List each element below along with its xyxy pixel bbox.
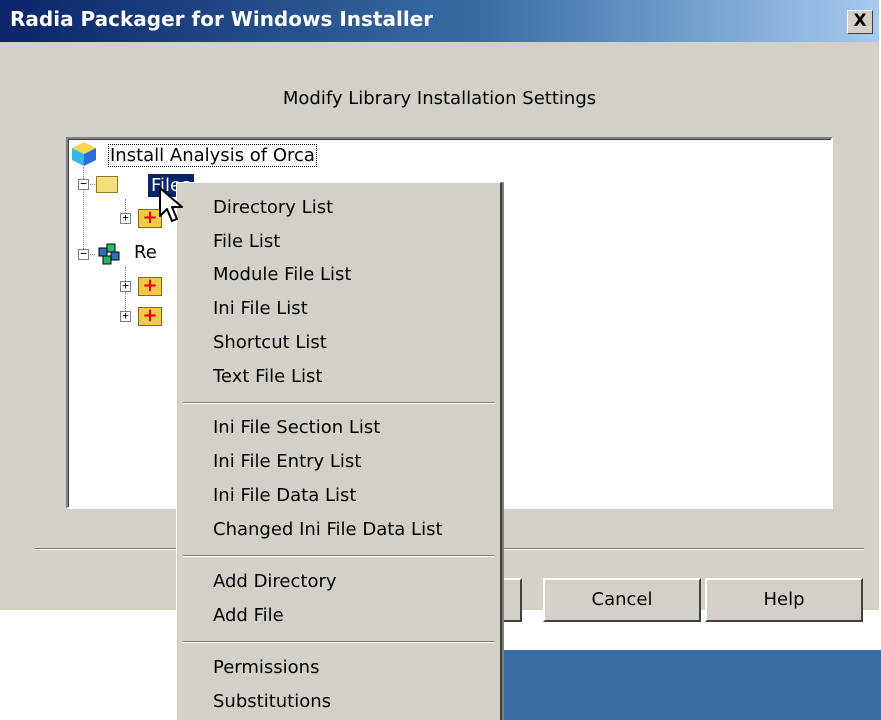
- root-cube-icon: [72, 142, 96, 166]
- tree-node-registry[interactable]: Re: [134, 242, 157, 263]
- tree-expander[interactable]: +: [120, 280, 131, 292]
- menu-item-text-file-list[interactable]: Text File List: [213, 366, 322, 387]
- menu-separator: [183, 641, 495, 643]
- dialog-heading: Modify Library Installation Settings: [282, 88, 597, 109]
- help-button[interactable]: Help: [705, 578, 863, 622]
- folder-icon: [96, 176, 118, 193]
- menu-separator: [183, 555, 495, 557]
- menu-separator: [183, 402, 495, 404]
- menu-item-ini-file-data-list[interactable]: Ini File Data List: [213, 485, 356, 506]
- menu-item-shortcut-list[interactable]: Shortcut List: [213, 332, 327, 353]
- tree-expander[interactable]: −: [78, 178, 89, 190]
- menu-item-add-file[interactable]: Add File: [213, 605, 284, 626]
- menu-item-module-file-list[interactable]: Module File List: [213, 264, 351, 285]
- menu-item-ini-file-section-list[interactable]: Ini File Section List: [213, 417, 380, 438]
- menu-item-permissions[interactable]: Permissions: [213, 657, 319, 678]
- tree-root-label[interactable]: Install Analysis of Orca: [108, 144, 317, 167]
- context-menu: Directory List File List Module File Lis…: [176, 182, 502, 720]
- registry-icon: [98, 243, 120, 265]
- title-bar[interactable]: Radia Packager for Windows Installer X: [0, 0, 879, 42]
- tree-expander[interactable]: +: [120, 310, 131, 322]
- tree-expander[interactable]: +: [120, 212, 131, 224]
- menu-item-add-directory[interactable]: Add Directory: [213, 571, 337, 592]
- cancel-button[interactable]: Cancel: [543, 578, 701, 622]
- close-button[interactable]: X: [847, 10, 873, 34]
- folder-plus-icon: +: [138, 277, 162, 296]
- folder-plus-icon: +: [138, 307, 162, 326]
- menu-item-changed-ini-file-data-list[interactable]: Changed Ini File Data List: [213, 519, 443, 540]
- window-title: Radia Packager for Windows Installer: [10, 7, 434, 31]
- tree-expander[interactable]: −: [78, 248, 89, 260]
- mouse-cursor-icon: [159, 187, 183, 222]
- menu-item-file-list[interactable]: File List: [213, 231, 280, 252]
- menu-item-substitutions[interactable]: Substitutions: [213, 691, 331, 712]
- menu-item-directory-list[interactable]: Directory List: [213, 197, 333, 218]
- menu-item-ini-file-entry-list[interactable]: Ini File Entry List: [213, 451, 361, 472]
- menu-item-ini-file-list[interactable]: Ini File List: [213, 298, 308, 319]
- close-icon: X: [853, 11, 867, 31]
